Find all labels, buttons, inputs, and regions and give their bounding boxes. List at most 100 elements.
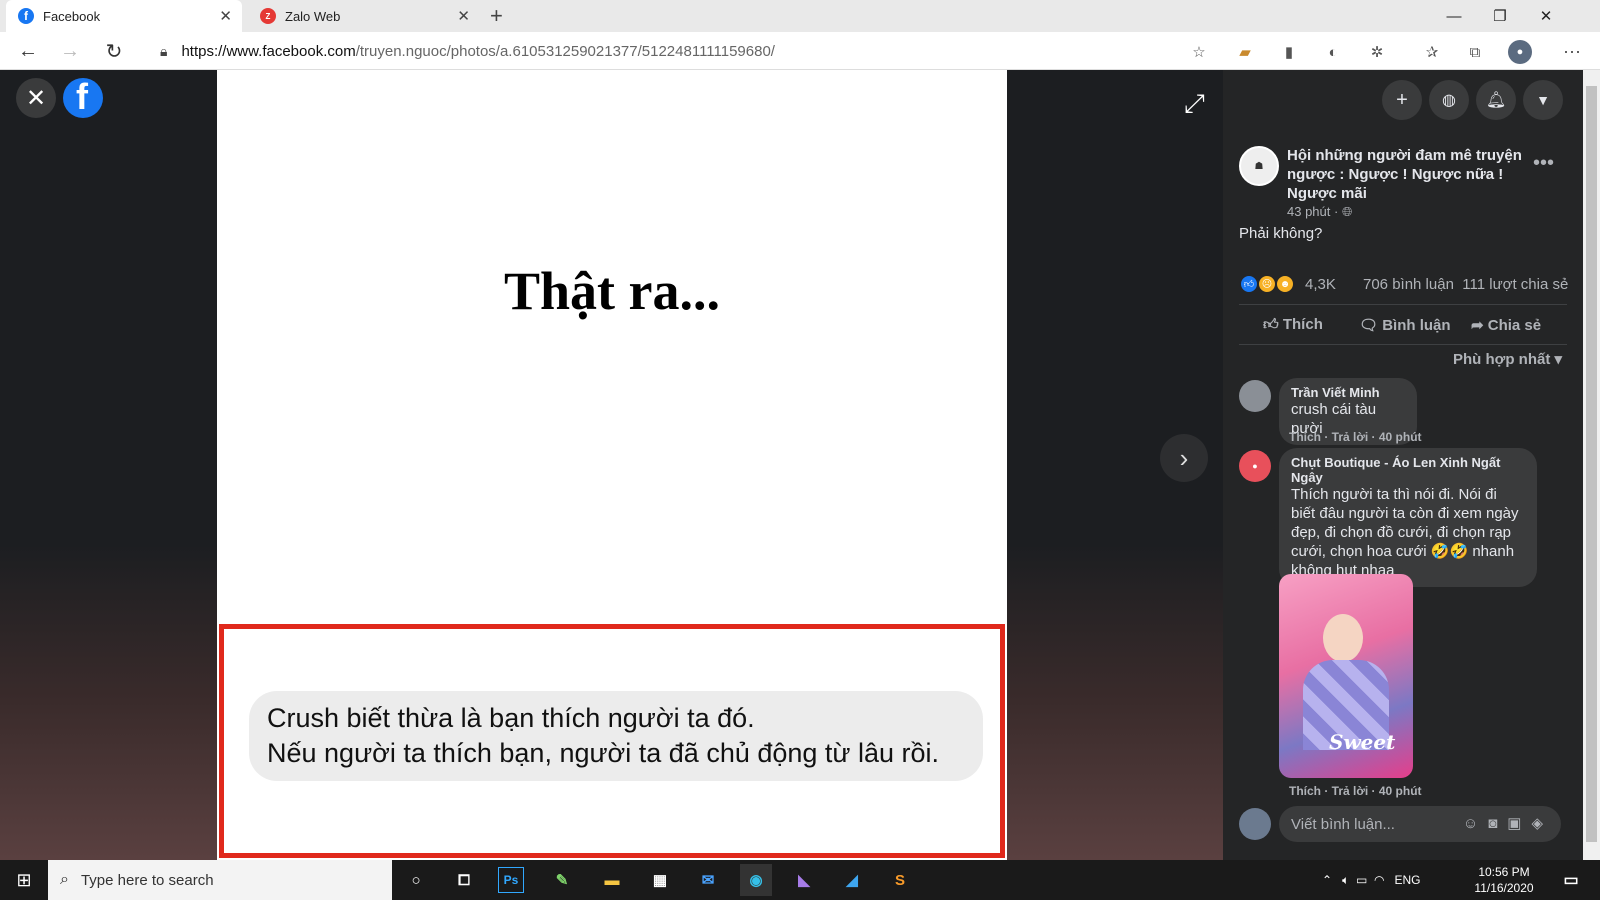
close-viewer-button[interactable]: ✕: [16, 78, 56, 118]
reaction-summary[interactable]: 👍︎ ☹ ☻ 4,3K: [1239, 274, 1336, 294]
comment-image[interactable]: Sweet: [1279, 574, 1413, 778]
create-plus-icon[interactable]: +: [1382, 80, 1422, 120]
notifications-bell-icon[interactable]: 🔔︎: [1476, 80, 1516, 120]
group-avatar[interactable]: ☗: [1239, 146, 1279, 186]
search-placeholder: Type here to search: [80, 871, 214, 889]
forward-button[interactable]: →: [56, 38, 84, 64]
settings-menu-icon[interactable]: ⋯: [1560, 40, 1584, 64]
scrollbar-thumb[interactable]: [1586, 86, 1597, 842]
task-view-icon[interactable]: ⧠: [448, 864, 480, 896]
tab-facebook[interactable]: f Facebook ✕: [6, 0, 242, 32]
comment-sort-dropdown[interactable]: Phù hợp nhất ▾: [1453, 350, 1562, 368]
restore-button[interactable]: ❐: [1477, 0, 1523, 32]
url-field[interactable]: 🔒︎ https://www.facebook.com/truyen.nguoc…: [144, 35, 1199, 67]
comment-button[interactable]: 🗨︎ Bình luận: [1359, 316, 1451, 334]
comment-meta[interactable]: Thích · Trả lời · 40 phút: [1289, 784, 1422, 798]
account-dropdown-icon[interactable]: ▼: [1523, 80, 1563, 120]
minimize-button[interactable]: —: [1431, 0, 1477, 32]
comment-label: Bình luận: [1382, 317, 1451, 334]
sticker-icon[interactable]: ◈: [1531, 815, 1553, 832]
comment-placeholder: Viết bình luận...: [1291, 815, 1395, 833]
photo-viewer: ✕ f Thật ra... Crush biết thừa là bạn th…: [0, 70, 1223, 860]
commenter-avatar[interactable]: ●: [1239, 450, 1271, 482]
favorites-icon[interactable]: ✰: [1420, 40, 1444, 64]
clock-date: 11/16/2020: [1474, 881, 1534, 895]
taskbar-clock[interactable]: 10:56 PM 11/16/2020: [1468, 864, 1540, 896]
emoji-icon[interactable]: ☺: [1463, 815, 1488, 832]
clock-time: 10:56 PM: [1478, 865, 1530, 879]
comment-input-icons[interactable]: ☺◙▣◈: [1463, 814, 1553, 832]
group-name[interactable]: Hội những người đam mê truyện ngược : Ng…: [1287, 146, 1527, 203]
search-icon: ⌕: [60, 871, 69, 888]
bubble-line-1: Crush biết thừa là bạn thích người ta đó…: [267, 703, 755, 733]
collections-icon[interactable]: ⧉: [1463, 40, 1487, 64]
app-pen-icon[interactable]: ✎: [546, 864, 578, 896]
comment-text: Thích người ta thì nói đi. Nói đi biết đ…: [1291, 486, 1519, 579]
divider: [1239, 304, 1567, 305]
favorite-star-icon[interactable]: ☆: [1187, 40, 1211, 64]
cortana-icon[interactable]: ○: [400, 864, 432, 896]
facebook-favicon-icon: f: [18, 8, 34, 24]
sublime-icon[interactable]: S: [884, 864, 916, 896]
extension-book-icon[interactable]: ▮: [1277, 40, 1301, 64]
url-host: https://www.facebook.com: [181, 42, 356, 60]
file-explorer-icon[interactable]: ▬: [596, 864, 628, 896]
photo-title: Thật ra...: [504, 261, 720, 321]
extension-moon-icon[interactable]: ◐: [1321, 40, 1345, 64]
system-tray: ⌃ 🔈︎ ▭ ◠ ENG: [1322, 860, 1420, 900]
vscode-icon[interactable]: ◢: [836, 864, 868, 896]
close-window-button[interactable]: ✕: [1523, 0, 1569, 32]
close-tab-icon[interactable]: ✕: [219, 7, 232, 25]
post-photo: Thật ra... Crush biết thừa là bạn thích …: [217, 70, 1007, 860]
close-tab-icon[interactable]: ✕: [457, 7, 470, 25]
image-caption: Sweet: [1329, 730, 1396, 754]
battery-icon[interactable]: ▭: [1356, 873, 1367, 887]
speech-bubble-icon: 🗨︎: [1359, 317, 1379, 334]
new-tab-button[interactable]: +: [490, 3, 503, 29]
fullscreen-expand-icon[interactable]: ⤢: [1184, 88, 1205, 120]
messenger-icon[interactable]: ◍: [1429, 80, 1469, 120]
sort-label: Phù hợp nhất: [1453, 351, 1551, 368]
mail-icon[interactable]: ✉: [692, 864, 724, 896]
volume-icon[interactable]: 🔈︎: [1342, 873, 1349, 888]
commenter-avatar[interactable]: [1239, 380, 1271, 412]
comment-author[interactable]: Trần Viết Minh: [1291, 385, 1405, 400]
comment-input[interactable]: Viết bình luận... ☺◙▣◈: [1279, 806, 1561, 842]
notification-center-icon[interactable]: ▭: [1555, 864, 1587, 896]
store-icon[interactable]: ▦: [644, 864, 676, 896]
facebook-logo-icon[interactable]: f: [63, 78, 103, 118]
windows-taskbar: ⊞ ⌕ Type here to search ○ ⧠ Ps ✎ ▬ ▦ ✉ ◉…: [0, 860, 1600, 900]
back-button[interactable]: ←: [14, 38, 42, 64]
camera-icon[interactable]: ◙: [1488, 815, 1507, 832]
tray-chevron-icon[interactable]: ⌃: [1322, 873, 1332, 887]
refresh-button[interactable]: ↻: [100, 38, 128, 64]
taskbar-search[interactable]: ⌕ Type here to search: [48, 860, 392, 900]
comment-meta[interactable]: Thích · Trả lời · 40 phút: [1289, 430, 1422, 444]
visual-studio-icon[interactable]: ◣: [788, 864, 820, 896]
message-bubble: Crush biết thừa là bạn thích người ta đó…: [249, 691, 983, 781]
extension-hammer-icon[interactable]: ▰: [1233, 40, 1257, 64]
tab-zalo[interactable]: Z Zalo Web ✕: [248, 0, 480, 32]
next-photo-button[interactable]: ›: [1160, 434, 1208, 482]
profile-avatar[interactable]: ●: [1508, 40, 1532, 64]
wifi-icon[interactable]: ◠: [1374, 873, 1384, 887]
gif-icon[interactable]: ▣: [1507, 815, 1531, 832]
post-time: 43 phút · 🌐︎: [1287, 204, 1352, 220]
post-caption: Phải không?: [1239, 225, 1323, 242]
post-time-text: 43 phút ·: [1287, 204, 1339, 219]
comment-count[interactable]: 706 bình luận: [1363, 276, 1454, 293]
windows-start-icon[interactable]: ⊞: [0, 860, 48, 900]
extension-gear-icon[interactable]: ✲: [1365, 40, 1389, 64]
like-button[interactable]: 👍︎ Thích: [1263, 316, 1323, 334]
edge-browser-icon[interactable]: ◉: [740, 864, 772, 896]
page-scrollbar[interactable]: [1583, 70, 1600, 860]
language-indicator[interactable]: ENG: [1394, 873, 1420, 887]
post-more-options-icon[interactable]: •••: [1533, 152, 1554, 175]
globe-icon: 🌐︎: [1341, 204, 1353, 219]
address-toolbar: ← → ↻ 🔒︎ https://www.facebook.com/truyen…: [0, 32, 1600, 70]
share-count[interactable]: 111 lượt chia sẻ: [1462, 276, 1568, 293]
share-button[interactable]: ➦ Chia sẻ: [1471, 316, 1541, 334]
image-face: [1323, 614, 1363, 662]
comment-author[interactable]: Chụt Boutique - Áo Len Xinh Ngất Ngây: [1291, 455, 1525, 485]
photoshop-icon[interactable]: Ps: [498, 867, 524, 893]
